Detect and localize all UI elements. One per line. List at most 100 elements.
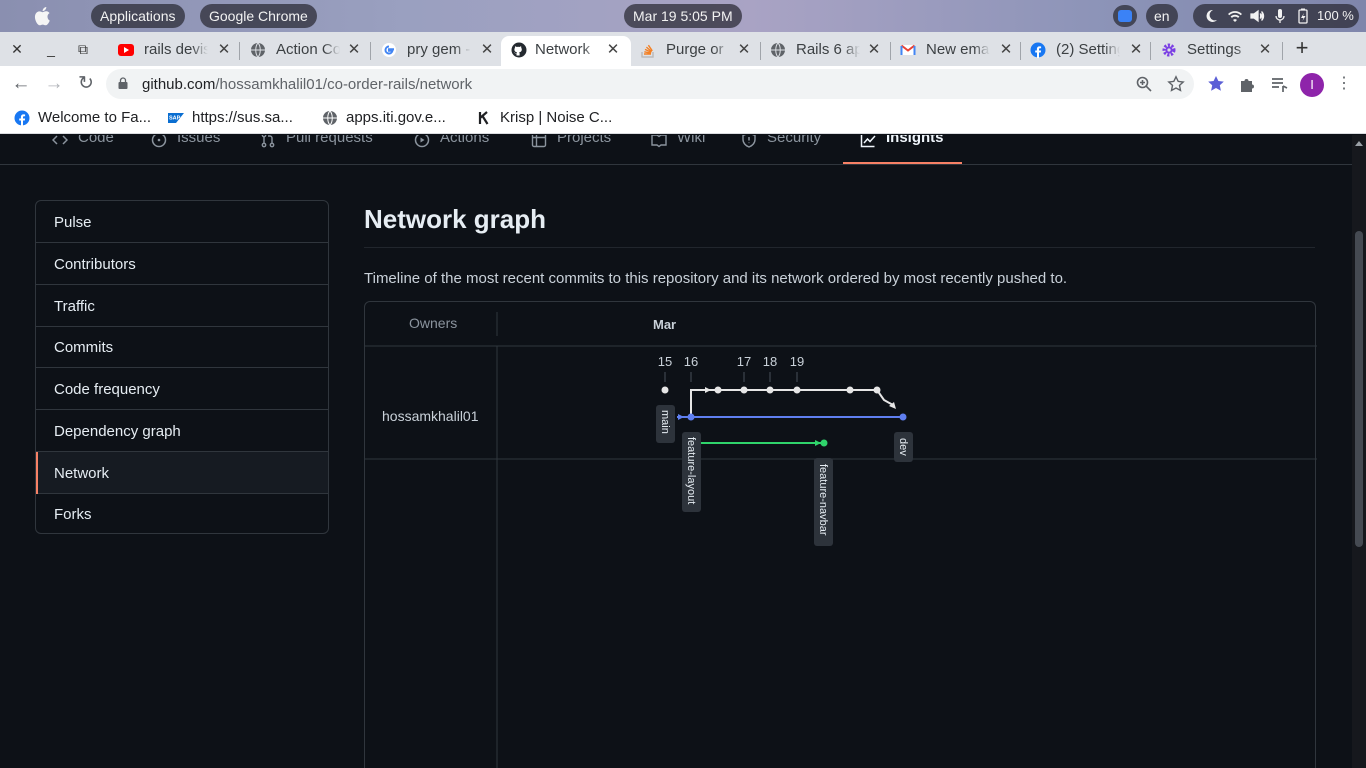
scrollbar-thumb[interactable] — [1355, 231, 1363, 547]
commit-dot[interactable] — [766, 386, 774, 394]
commit-dot[interactable] — [740, 386, 748, 394]
facebook-icon — [1030, 42, 1046, 58]
day-axis: 15 16 17 18 19 — [658, 354, 804, 382]
address-bar[interactable]: github.com/hossamkhalil01/co-order-rails… — [106, 69, 1194, 99]
sidebar-item-forks[interactable]: Forks — [36, 493, 328, 535]
tab-close-icon[interactable]: ✕ — [216, 40, 232, 58]
language-indicator[interactable]: en — [1146, 4, 1178, 28]
window-close-icon[interactable]: ✕ — [8, 40, 26, 58]
tab-pry-gem[interactable]: pry gem - ✕ — [381, 36, 499, 66]
window-minimize-icon[interactable]: _ — [42, 40, 60, 58]
commit-dot[interactable] — [793, 386, 801, 394]
commit-dot[interactable] — [661, 386, 669, 394]
tab-rails-6[interactable]: Rails 6 ap ✕ — [770, 36, 888, 66]
repo-tab-label: Projects — [557, 135, 612, 146]
commit-dot[interactable] — [687, 413, 695, 421]
os-top-bar: Applications Google Chrome Mar 19 5:05 P… — [0, 0, 1366, 32]
scroll-up-icon[interactable] — [1355, 141, 1363, 146]
reading-list-icon[interactable] — [1269, 74, 1289, 94]
google-icon — [382, 43, 396, 57]
bookmark-star-icon[interactable] — [1167, 75, 1185, 93]
bookmarks-bar: Welcome to Fa... SAP https://sus.sa... a… — [0, 102, 1366, 134]
sidebar-item-network[interactable]: Network — [36, 452, 328, 494]
sidebar-item-dependency-graph[interactable]: Dependency graph — [36, 410, 328, 452]
lock-icon[interactable] — [118, 77, 128, 89]
sap-icon: SAP — [168, 113, 184, 123]
tab-title: Purge or — [666, 41, 724, 58]
tab-close-icon[interactable]: ✕ — [479, 40, 495, 58]
applications-menu[interactable]: Applications — [91, 4, 185, 28]
new-tab-button[interactable]: + — [1292, 37, 1312, 59]
feature-navbar-arrow — [815, 440, 821, 446]
tab-close-icon[interactable]: ✕ — [1257, 40, 1273, 58]
repo-tab-label: Issues — [177, 135, 221, 146]
bookmark-label: Krisp | Noise C... — [500, 109, 613, 126]
tab-title: Action Co — [276, 41, 340, 58]
sidebar-item-commits[interactable]: Commits — [36, 326, 328, 368]
bookmark-label: apps.iti.gov.e... — [346, 109, 446, 126]
branch-label-feature-navbar[interactable]: feature-navbar — [814, 458, 833, 546]
tab-close-icon[interactable]: ✕ — [346, 40, 362, 58]
branch-label-feature-navbar-text: feature-navbar — [817, 464, 829, 536]
battery-icon — [1298, 8, 1308, 24]
branch-label-feature-layout-text: feature-layout — [685, 437, 697, 504]
issue-icon — [151, 135, 167, 148]
tab-close-icon[interactable]: ✕ — [1128, 40, 1144, 58]
branch-label-dev[interactable]: dev — [894, 432, 913, 462]
tab-purge[interactable]: Purge or ✕ — [640, 36, 758, 66]
active-app-menu[interactable]: Google Chrome — [200, 4, 317, 28]
forward-button[interactable]: → — [43, 73, 65, 95]
shield-icon — [742, 135, 756, 148]
commit-dot[interactable] — [899, 413, 907, 421]
reload-button[interactable]: ↻ — [75, 73, 97, 95]
tab-close-icon[interactable]: ✕ — [736, 40, 752, 58]
window-restore-icon[interactable]: ⧉ — [74, 40, 92, 58]
month-label: Mar — [653, 317, 677, 332]
apple-icon[interactable] — [33, 5, 53, 27]
insights-sidebar: Pulse Contributors Traffic Commits Code … — [35, 200, 329, 534]
url-text[interactable]: github.com/hossamkhalil01/co-order-rails… — [142, 76, 472, 93]
tab-facebook-settings[interactable]: (2) Setting ✕ — [1030, 36, 1148, 66]
sidebar-item-label: Forks — [54, 506, 92, 523]
browser-tab-strip: ✕ _ ⧉ rails devis ✕ Action Co ✕ pry gem … — [0, 32, 1366, 66]
tab-close-icon[interactable]: ✕ — [998, 40, 1014, 58]
repo-tab-label: Code — [78, 135, 114, 146]
tab-close-icon[interactable]: ✕ — [866, 40, 882, 58]
tab-rails-devise[interactable]: rails devis ✕ — [118, 36, 236, 66]
clock[interactable]: Mar 19 5:05 PM — [624, 4, 742, 28]
tab-network-active[interactable]: Network ✕ — [501, 36, 631, 66]
extension-star-icon[interactable] — [1206, 74, 1226, 94]
tab-settings[interactable]: Settings ✕ — [1161, 36, 1279, 66]
zoom-tray-icon[interactable] — [1113, 5, 1137, 27]
commit-dot[interactable] — [820, 439, 828, 447]
page-scrollbar[interactable] — [1352, 135, 1366, 768]
extensions-puzzle-icon[interactable] — [1238, 74, 1258, 94]
commit-dot[interactable] — [846, 386, 854, 394]
repo-tab-label: Security — [767, 135, 822, 146]
tab-title: Rails 6 ap — [796, 41, 860, 58]
tab-action-co[interactable]: Action Co ✕ — [250, 36, 368, 66]
sidebar-item-traffic[interactable]: Traffic — [36, 285, 328, 327]
repo-tab-label: Pull requests — [286, 135, 373, 146]
title-divider — [364, 247, 1315, 248]
commit-dot[interactable] — [714, 386, 722, 394]
sidebar-item-code-frequency[interactable]: Code frequency — [36, 368, 328, 410]
github-icon — [511, 42, 527, 58]
network-graph[interactable]: 15 16 17 18 19 main feature-layout featu… — [364, 301, 1317, 768]
sidebar-item-contributors[interactable]: Contributors — [36, 243, 328, 285]
sidebar-item-label: Dependency graph — [54, 423, 181, 440]
tab-new-email[interactable]: New emai ✕ — [900, 36, 1018, 66]
sidebar-item-pulse[interactable]: Pulse — [36, 201, 328, 243]
profile-avatar[interactable]: I — [1300, 73, 1324, 97]
zoom-icon[interactable] — [1135, 75, 1153, 93]
branch-label-feature-layout[interactable]: feature-layout — [682, 432, 701, 512]
owner-name[interactable]: hossamkhalil01 — [382, 408, 479, 424]
settings-gear-icon — [1162, 43, 1176, 57]
tab-close-icon[interactable]: ✕ — [605, 40, 621, 58]
back-button[interactable]: ← — [10, 73, 32, 95]
branch-label-main[interactable]: main — [656, 405, 675, 443]
commit-dot[interactable] — [873, 386, 881, 394]
system-tray[interactable]: 100 % — [1193, 4, 1359, 28]
browser-menu-icon[interactable]: ⋮ — [1334, 74, 1354, 94]
day-tick: 19 — [790, 354, 804, 369]
